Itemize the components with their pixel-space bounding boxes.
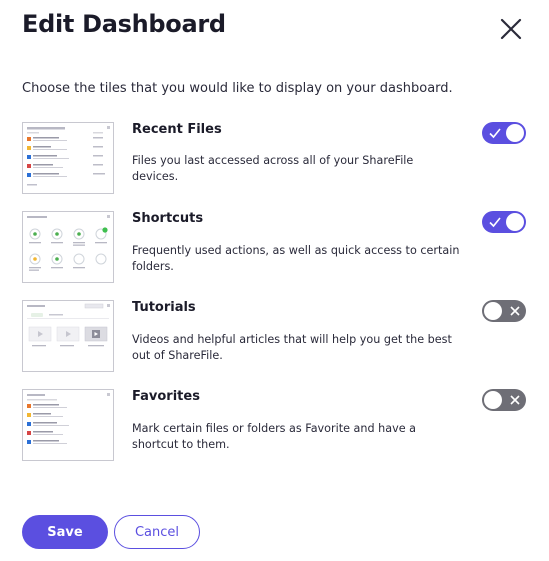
favorites-preview-icon [22, 389, 114, 461]
tile-title: Recent Files [132, 122, 222, 137]
shortcuts-toggle[interactable] [482, 211, 526, 233]
tile-title: Favorites [132, 389, 200, 404]
shortcuts-preview-icon [22, 211, 114, 283]
tutorials-preview-icon [22, 300, 114, 372]
x-icon [510, 395, 520, 405]
tile-description: Mark certain files or folders as Favorit… [132, 422, 417, 451]
check-icon [489, 128, 501, 139]
close-button[interactable] [496, 14, 526, 44]
tile-row-recent-files: Recent Files Files you last accessed acr… [22, 122, 528, 196]
check-icon [489, 217, 501, 228]
dialog-title: Edit Dashboard [22, 10, 226, 38]
dialog-intro-text: Choose the tiles that you would like to … [22, 81, 453, 96]
tile-title: Shortcuts [132, 211, 204, 226]
tile-row-favorites: Favorites Mark certain files or folders … [22, 389, 528, 463]
tile-description: Videos and helpful articles that will he… [132, 333, 452, 362]
tile-description: Files you last accessed across all of yo… [132, 154, 414, 183]
toggle-knob [484, 391, 502, 409]
x-icon [510, 306, 520, 316]
toggle-knob [506, 213, 524, 231]
save-button[interactable]: Save [22, 515, 108, 549]
cancel-button[interactable]: Cancel [114, 515, 200, 549]
tutorials-toggle[interactable] [482, 300, 526, 322]
tile-row-tutorials: Tutorials Videos and helpful articles th… [22, 300, 528, 374]
close-icon [500, 18, 522, 40]
tile-title: Tutorials [132, 300, 196, 315]
recent-files-preview-icon [22, 122, 114, 194]
tile-description: Frequently used actions, as well as quic… [132, 244, 460, 273]
favorites-toggle[interactable] [482, 389, 526, 411]
toggle-knob [506, 124, 524, 142]
recent-files-toggle[interactable] [482, 122, 526, 144]
toggle-knob [484, 302, 502, 320]
tile-row-shortcuts: Shortcuts Frequently used actions, as we… [22, 211, 528, 285]
